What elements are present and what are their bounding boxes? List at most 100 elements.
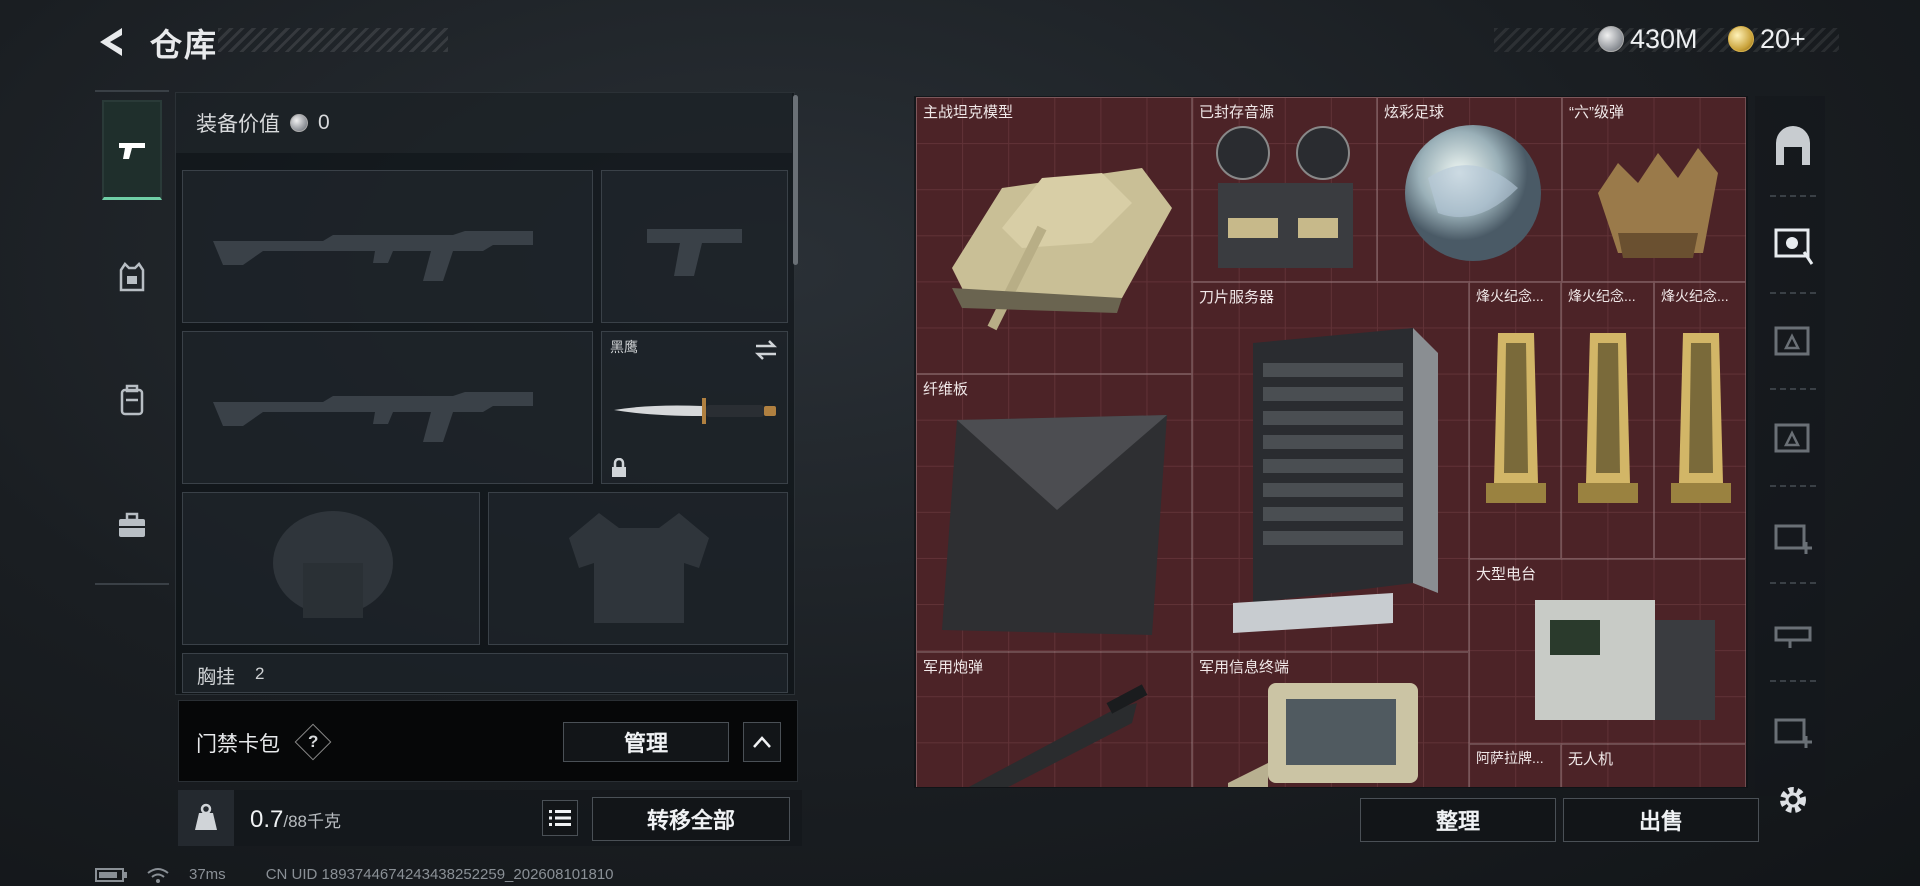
card-pack-label: 门禁卡包	[196, 728, 280, 758]
medkit-tab-icon[interactable]	[1770, 512, 1816, 558]
home-stash-icon[interactable]	[1770, 125, 1816, 171]
equipment-panel: 装备价值 0 黑鹰 胸挂 2	[175, 92, 795, 695]
organize-button[interactable]: 整理	[1360, 798, 1556, 842]
stash-tab-3-icon[interactable]	[1770, 415, 1816, 461]
wifi-icon	[147, 867, 169, 883]
primary-weapon-slot[interactable]	[182, 170, 593, 323]
title-decoration	[218, 28, 448, 52]
uid: CN UID 1893744674243438252259_2026081018…	[265, 866, 614, 883]
stash-item-carbon-plate[interactable]: 纤维板	[916, 374, 1192, 652]
stash-item-shell[interactable]: 军用炮弹	[916, 652, 1192, 787]
armor-silhouette-icon	[569, 513, 709, 623]
nav-backpack[interactable]	[95, 350, 169, 450]
gold-currency[interactable]: 20+	[1728, 22, 1806, 56]
stash-grid: 主战坦克模型 已封存音源 炫彩足球 “六”级弹 刀片服务器 烽火纪念... 烽火…	[916, 97, 1746, 787]
chest-rig-count: 2	[255, 664, 265, 683]
ping: 37ms	[189, 866, 226, 883]
card-pack-text: 门禁卡包	[196, 733, 280, 756]
stash-item-bullets[interactable]: “六”级弹	[1562, 97, 1746, 282]
rail-divider	[1770, 292, 1816, 294]
helmet-silhouette-icon	[273, 511, 393, 618]
nav-kit[interactable]	[95, 475, 169, 575]
armor-slot[interactable]	[488, 492, 788, 645]
weight-current: 0.7	[250, 806, 284, 833]
toolbox-icon	[119, 512, 145, 537]
stash-item-terminal[interactable]: 军用信息终端	[1192, 652, 1469, 787]
stash-item-trophy-3[interactable]: 烽火纪念...	[1654, 282, 1746, 559]
silver-coin-icon	[290, 114, 308, 132]
equipment-value: 0	[318, 111, 330, 134]
backpack-icon	[120, 384, 144, 416]
pistol-silhouette-icon	[647, 229, 742, 276]
stash-item-tank[interactable]: 主战坦克模型	[916, 97, 1192, 374]
stash-item-radio[interactable]: 大型电台	[1469, 559, 1746, 744]
equipment-value-label: 装备价值	[196, 113, 280, 136]
gold-coin-icon	[1728, 26, 1754, 52]
pistol-icon	[119, 142, 145, 159]
manage-button[interactable]: 管理	[563, 722, 729, 762]
list-view-button[interactable]	[542, 800, 578, 836]
container-tab-icon[interactable]	[1770, 222, 1816, 268]
weapon-tab-icon[interactable]	[1770, 610, 1816, 656]
silver-currency[interactable]: 430M	[1598, 22, 1698, 56]
collapse-button[interactable]	[743, 722, 781, 762]
stash-item-trophy-1[interactable]: 烽火纪念...	[1469, 282, 1561, 559]
tank-icon	[952, 168, 1172, 331]
back-arrow-icon[interactable]	[92, 22, 132, 62]
swap-icon[interactable]	[752, 338, 780, 362]
nav-armor[interactable]	[95, 227, 169, 327]
transfer-all-button[interactable]: 转移全部	[592, 797, 790, 841]
rail-divider	[1770, 388, 1816, 390]
rifle-silhouette-icon	[213, 231, 533, 281]
page-title: 仓库	[150, 27, 219, 63]
left-nav	[95, 90, 169, 585]
equipment-value-row: 装备价值 0	[176, 93, 792, 153]
rifle-silhouette-icon	[213, 392, 533, 442]
stash-item-ball[interactable]: 炫彩足球	[1377, 97, 1562, 282]
stash-item-server[interactable]: 刀片服务器	[1192, 282, 1469, 652]
server-icon	[1233, 328, 1438, 633]
tertiary-weapon-slot[interactable]	[182, 331, 593, 484]
secondary-weapon-slot[interactable]	[601, 170, 788, 323]
gear-icon[interactable]	[1773, 780, 1813, 820]
vest-icon	[119, 262, 145, 292]
chest-rig-slot[interactable]: 胸挂 2	[182, 653, 788, 693]
equipment-scrollbar[interactable]	[793, 95, 798, 265]
stash-item-reel-recorder[interactable]: 已封存音源	[1192, 97, 1377, 282]
trophy-icon	[1671, 333, 1731, 503]
bullets-icon	[1598, 148, 1718, 258]
chest-rig-label: 胸挂	[197, 667, 236, 688]
list-icon	[549, 810, 571, 826]
silver-amount: 430M	[1630, 23, 1698, 54]
battery-icon	[95, 867, 127, 882]
melee-name: 黑鹰	[610, 339, 638, 355]
terminal-icon	[1228, 683, 1418, 787]
rail-divider	[1770, 485, 1816, 487]
kg-icon	[178, 790, 234, 846]
status-bar: 37ms CN UID 1893744674243438252259_20260…	[95, 866, 614, 883]
stash-tab-2-icon[interactable]	[1770, 318, 1816, 364]
carbon-plate-icon	[942, 415, 1167, 635]
trophy-icon	[1486, 333, 1546, 503]
weight-readout: 0.7/88千克	[250, 806, 341, 834]
nav-weapons[interactable]	[102, 100, 162, 200]
lock-icon	[612, 458, 626, 477]
trophy-icon	[1578, 333, 1638, 503]
stash-item-drone[interactable]: 无人机	[1561, 744, 1746, 787]
rail-divider	[1770, 582, 1816, 584]
stash-item-plaque[interactable]: 阿萨拉牌...	[1469, 744, 1561, 787]
chevron-up-icon	[753, 736, 771, 748]
sell-button[interactable]: 出售	[1563, 798, 1759, 842]
radio-icon	[1535, 600, 1715, 720]
stash-item-trophy-2[interactable]: 烽火纪念...	[1561, 282, 1654, 559]
helmet-slot[interactable]	[182, 492, 480, 645]
gold-amount: 20+	[1760, 23, 1806, 54]
reel-recorder-icon	[1216, 126, 1353, 268]
rail-divider	[1770, 195, 1816, 197]
melee-slot[interactable]: 黑鹰	[601, 331, 788, 484]
rail-divider	[1770, 680, 1816, 682]
ball-icon	[1405, 125, 1541, 261]
medkit-tab-2-icon[interactable]	[1770, 706, 1816, 752]
knife-icon	[614, 398, 776, 424]
shell-icon	[968, 684, 1148, 787]
